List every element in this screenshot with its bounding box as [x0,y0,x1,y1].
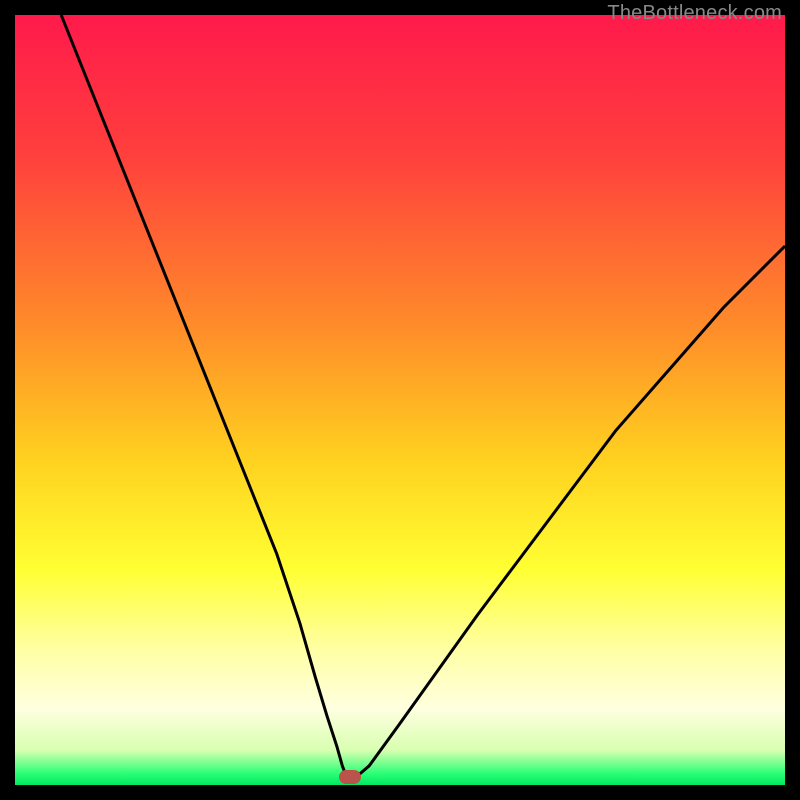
chart-frame [15,15,785,785]
bottleneck-plot [15,15,785,785]
gradient-background [15,15,785,785]
watermark-text: TheBottleneck.com [607,2,782,25]
optimal-point-marker [339,770,361,784]
